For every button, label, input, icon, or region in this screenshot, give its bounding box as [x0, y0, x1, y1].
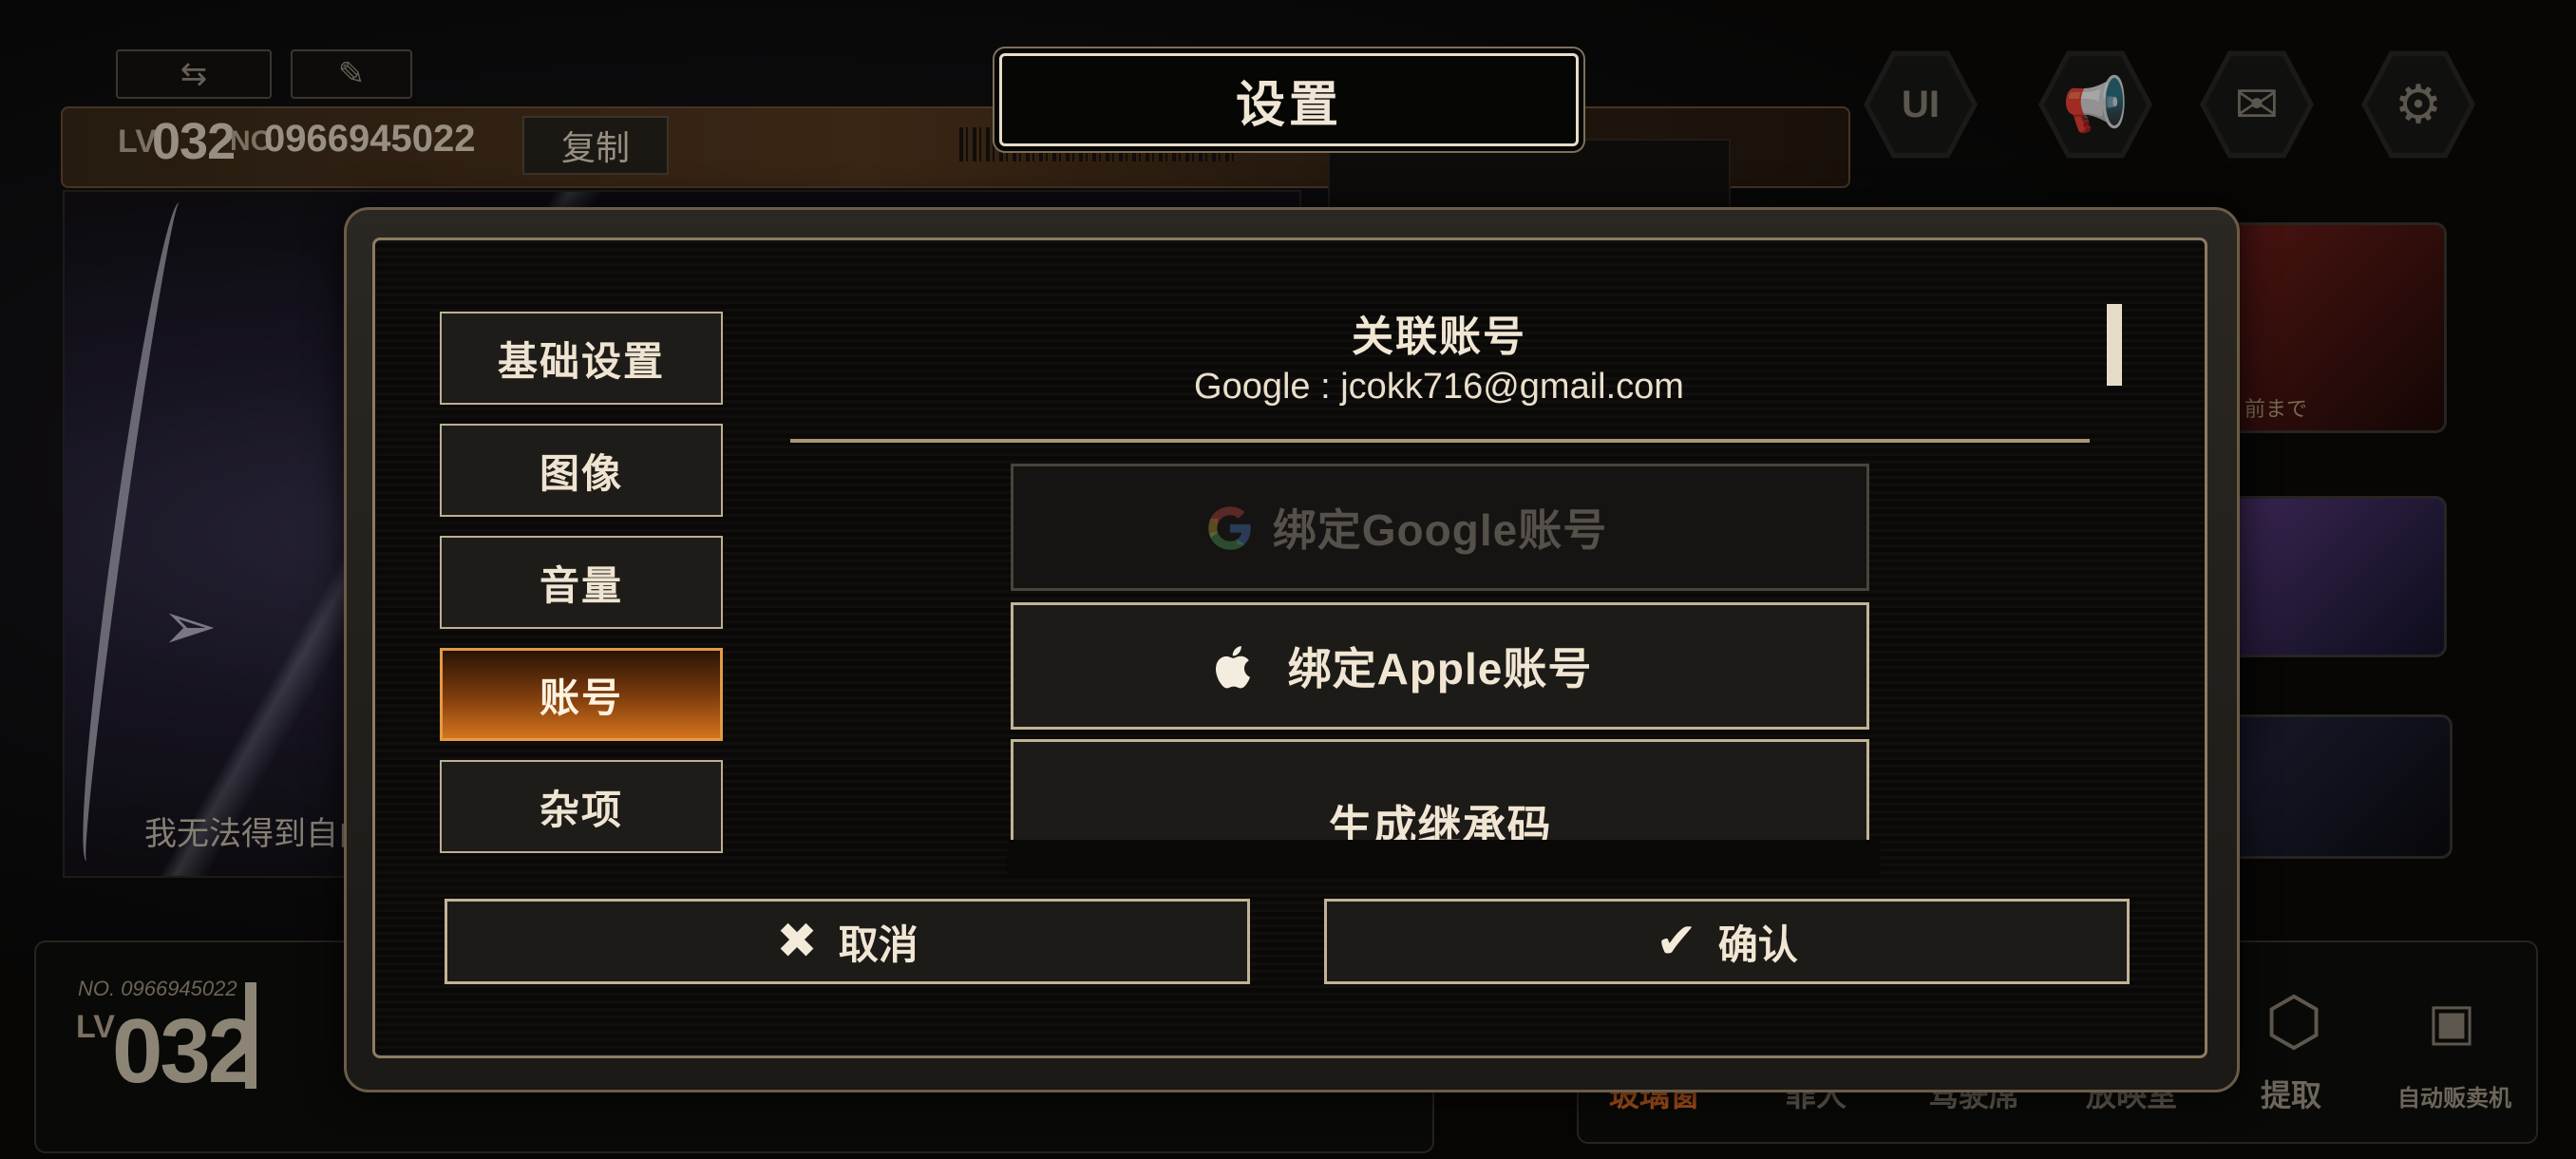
cancel-label: 取消 — [838, 922, 919, 967]
dialog-title: 设置 — [999, 53, 1579, 146]
bind-apple-label: 绑定Apple账号 — [1287, 644, 1593, 694]
checkmark-icon: ✔ — [1656, 914, 1697, 969]
section-divider — [790, 439, 2090, 443]
confirm-label: 确认 — [1717, 922, 1798, 967]
tab-misc[interactable]: 杂项 — [440, 760, 723, 853]
scrollbar-thumb[interactable] — [2107, 304, 2122, 386]
bind-apple-button[interactable]: 绑定Apple账号 — [1011, 602, 1869, 730]
tab-graphics[interactable]: 图像 — [440, 424, 723, 517]
google-icon — [1200, 498, 1260, 559]
close-icon: ✖ — [776, 914, 818, 969]
bind-google-label: 绑定Google账号 — [1272, 505, 1608, 555]
linked-account-email: Google : jcokk716@gmail.com — [1194, 367, 1684, 407]
linked-account-title: 关联账号 — [1352, 314, 1526, 360]
cancel-button[interactable]: ✖ 取消 — [445, 899, 1250, 984]
tab-basic-settings[interactable]: 基础设置 — [440, 312, 723, 405]
tab-volume[interactable]: 音量 — [440, 536, 723, 629]
confirm-button[interactable]: ✔ 确认 — [1324, 899, 2130, 984]
scroll-clip-mask — [1007, 840, 1881, 878]
tab-account[interactable]: 账号 — [440, 648, 723, 741]
bind-google-button[interactable]: 绑定Google账号 — [1011, 464, 1869, 591]
apple-icon — [1200, 636, 1260, 697]
